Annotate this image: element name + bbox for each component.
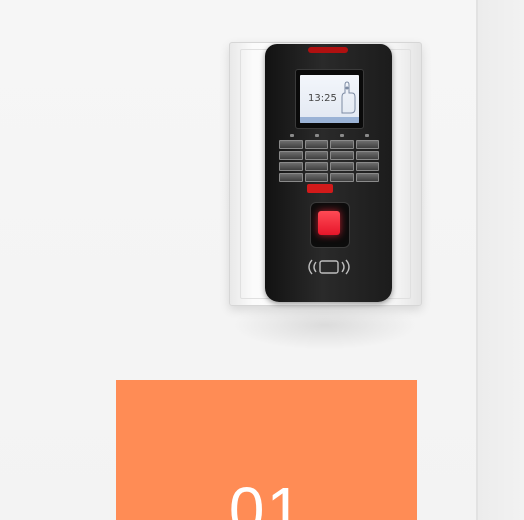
fingerprint-sensor-icon [318,211,340,235]
key [330,162,354,171]
fingerprint-sensor [310,202,350,248]
key [355,162,379,171]
wall-corner [478,0,524,520]
access-control-terminal: 13:25 [265,44,392,302]
key [304,140,328,149]
photo-scene: 13:25 01 [0,0,524,520]
screen-status-bar [300,117,359,123]
hand-icon [341,81,356,114]
step-number: 01 [228,474,305,520]
screen-bezel: 13:25 [295,69,364,129]
key [330,173,354,182]
key [355,140,379,149]
keypad [279,134,379,182]
key [355,151,379,160]
key [304,151,328,160]
brand-strip [308,47,348,53]
key [355,173,379,182]
key [279,162,303,171]
rfid-contactless-icon [308,259,350,275]
lcd-screen: 13:25 [300,75,359,123]
key [304,162,328,171]
key-function-labels [279,134,379,139]
key [330,151,354,160]
key [279,173,303,182]
key [279,151,303,160]
device-shadow [232,300,418,350]
key [330,140,354,149]
screen-time: 13:25 [308,93,337,104]
key-grid [279,140,379,182]
key [279,140,303,149]
step-badge: 01 [116,380,417,520]
ok-key [307,184,333,193]
key [304,173,328,182]
